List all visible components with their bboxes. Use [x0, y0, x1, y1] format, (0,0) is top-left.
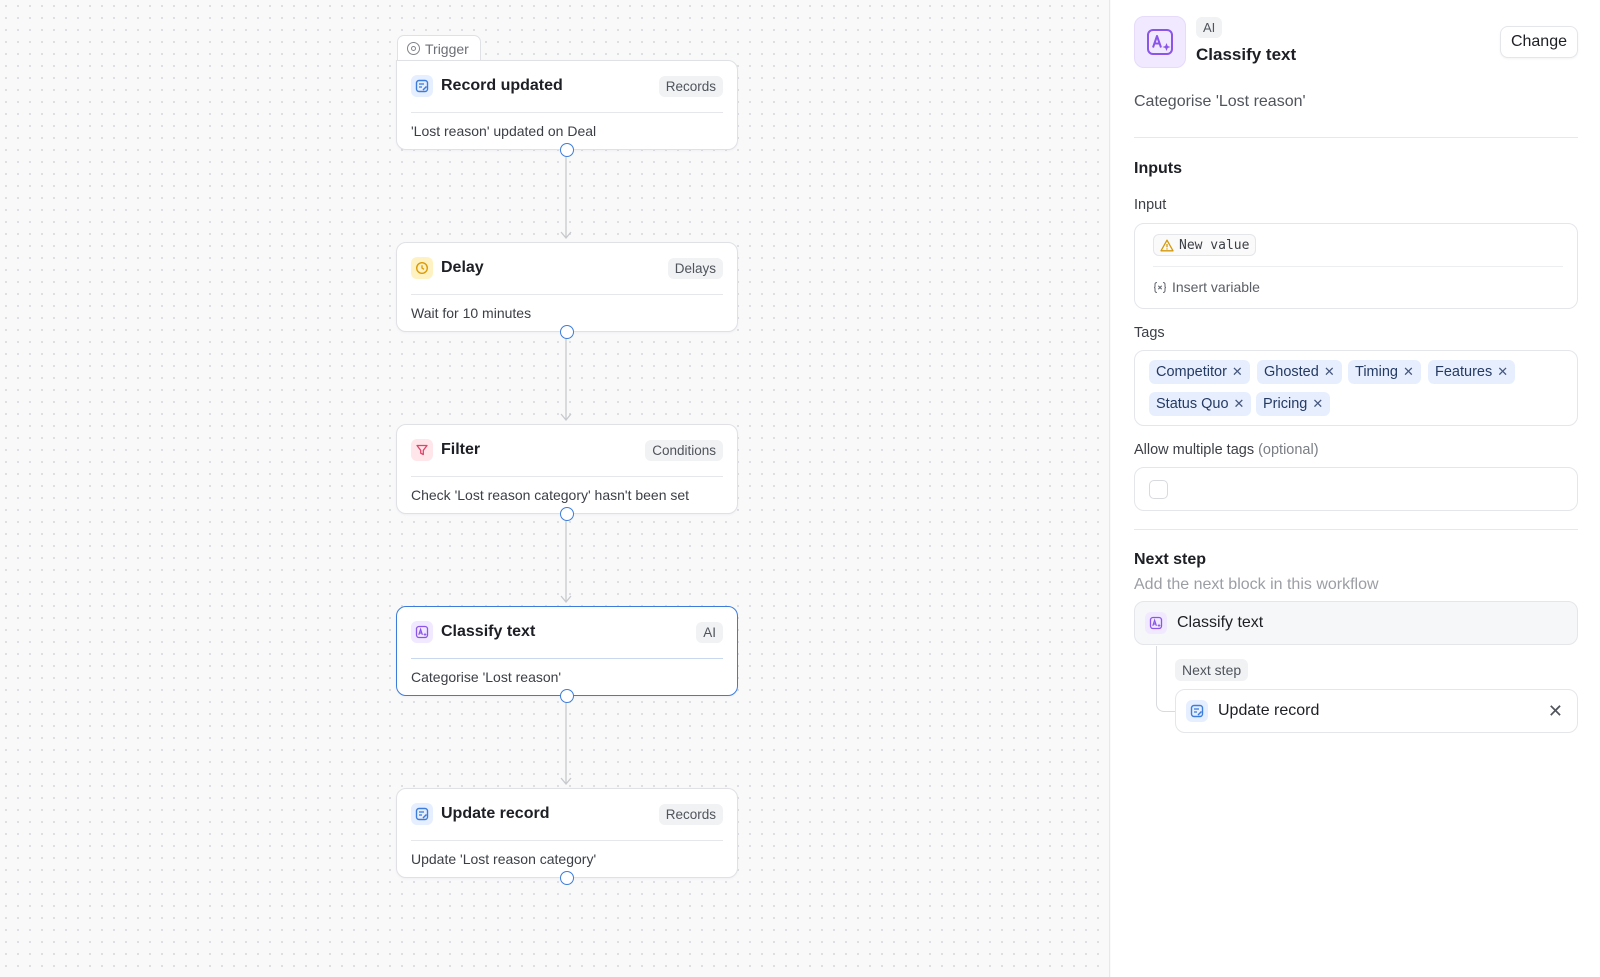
- output-port[interactable]: [560, 871, 574, 885]
- node-title: Update record: [441, 805, 550, 822]
- divider: [411, 476, 723, 477]
- node-title: Delay: [441, 259, 484, 276]
- divider: [411, 840, 723, 841]
- trigger-tab: Trigger: [397, 35, 481, 61]
- current-step-block[interactable]: Classify text: [1134, 601, 1578, 645]
- ai-classify-icon: [1134, 16, 1186, 68]
- node-title: Filter: [441, 441, 481, 458]
- node-badge: Records: [658, 803, 723, 825]
- next-step-subtitle: Add the next block in this workflow: [1134, 576, 1379, 593]
- next-step-name: Update record: [1218, 702, 1320, 719]
- node-description: Wait for 10 minutes: [411, 305, 532, 321]
- current-step-name: Classify text: [1177, 614, 1264, 631]
- divider: [1153, 266, 1563, 267]
- tag-chip[interactable]: Competitor ✕: [1149, 360, 1250, 384]
- output-port[interactable]: [560, 143, 574, 157]
- close-icon[interactable]: ✕: [1548, 701, 1563, 722]
- panel-description[interactable]: Categorise 'Lost reason': [1134, 93, 1306, 111]
- tag-chip[interactable]: Features ✕: [1428, 360, 1516, 384]
- record-icon: [411, 75, 433, 97]
- ai-classify-icon: [411, 621, 433, 643]
- next-step-heading: Next step: [1134, 551, 1207, 568]
- panel-title: Classify text: [1196, 45, 1297, 64]
- output-port[interactable]: [560, 325, 574, 339]
- node-delay[interactable]: Delay Delays Wait for 10 minutes: [396, 242, 738, 339]
- block-settings-panel: AI Classify text Change Categorise 'Lost…: [1111, 0, 1600, 977]
- divider: [1134, 137, 1578, 138]
- close-icon[interactable]: ✕: [1403, 364, 1414, 380]
- node-description: 'Lost reason' updated on Deal: [411, 123, 597, 139]
- tag-chip[interactable]: Timing ✕: [1348, 360, 1421, 384]
- tag-label: Pricing: [1263, 396, 1308, 412]
- output-port[interactable]: [560, 507, 574, 521]
- close-icon[interactable]: ✕: [1312, 396, 1323, 412]
- close-icon[interactable]: ✕: [1324, 364, 1335, 380]
- tag-chip[interactable]: Status Quo ✕: [1149, 392, 1252, 416]
- inputs-heading: Inputs: [1134, 160, 1182, 177]
- output-port[interactable]: [560, 689, 574, 703]
- workflow-canvas[interactable]: Trigger Record updated Records 'Lost rea…: [0, 0, 1110, 977]
- tag-label: Competitor: [1156, 364, 1227, 380]
- warning-icon: [1160, 239, 1174, 251]
- ai-classify-icon: [1145, 612, 1167, 634]
- tag-label: Status Quo: [1156, 396, 1229, 412]
- node-classify-text[interactable]: Classify text AI Categorise 'Lost reason…: [396, 606, 738, 703]
- panel-header: AI Classify text Change: [1134, 16, 1578, 68]
- node-title: Classify text: [441, 623, 536, 640]
- node-record-updated[interactable]: Record updated Records 'Lost reason' upd…: [396, 60, 738, 157]
- tag-chip[interactable]: Pricing ✕: [1256, 392, 1331, 416]
- variable-icon: [1153, 281, 1167, 293]
- allow-multiple-text: Allow multiple tags: [1134, 442, 1255, 458]
- node-filter[interactable]: Filter Conditions Check 'Lost reason cat…: [396, 424, 738, 521]
- insert-variable-label: Insert variable: [1172, 279, 1260, 295]
- node-description: Categorise 'Lost reason': [411, 669, 562, 685]
- node-badge: AI: [696, 621, 723, 643]
- clock-icon: [411, 257, 433, 279]
- tag-label: Timing: [1355, 364, 1398, 380]
- insert-variable-button[interactable]: Insert variable: [1153, 279, 1260, 295]
- next-step-block[interactable]: Update record ✕: [1175, 689, 1578, 733]
- node-description: Check 'Lost reason category' hasn't been…: [411, 487, 690, 503]
- tags-label: Tags: [1134, 325, 1165, 341]
- input-label: Input: [1134, 197, 1167, 213]
- allow-multiple-label: Allow multiple tags (optional): [1134, 442, 1319, 458]
- input-field[interactable]: New value Insert variable: [1134, 223, 1578, 309]
- node-description: Update 'Lost reason category': [411, 851, 597, 867]
- tree-connector: [1156, 646, 1176, 712]
- variable-chip[interactable]: New value: [1153, 234, 1257, 256]
- trigger-label: Trigger: [425, 40, 469, 57]
- record-icon: [411, 803, 433, 825]
- allow-multiple-field: [1134, 467, 1578, 511]
- tags-field[interactable]: Competitor ✕ Ghosted ✕ Timing ✕ Features ✕ S…: [1134, 350, 1578, 426]
- node-badge: Delays: [667, 257, 723, 279]
- change-button[interactable]: Change: [1499, 26, 1578, 58]
- tag-label: Ghosted: [1264, 364, 1319, 380]
- close-icon[interactable]: ✕: [1497, 364, 1508, 380]
- category-chip: AI: [1196, 17, 1223, 38]
- optional-hint: (optional): [1258, 442, 1319, 458]
- tag-chip[interactable]: Ghosted ✕: [1257, 360, 1342, 384]
- close-icon[interactable]: ✕: [1234, 396, 1245, 412]
- divider: [1134, 529, 1578, 530]
- node-badge: Records: [658, 75, 723, 97]
- allow-multiple-checkbox[interactable]: [1149, 480, 1168, 499]
- close-icon[interactable]: ✕: [1232, 364, 1243, 380]
- next-step-chip: Next step: [1175, 659, 1249, 681]
- divider: [411, 294, 723, 295]
- node-update-record[interactable]: Update record Records Update 'Lost reaso…: [396, 788, 738, 885]
- divider: [411, 658, 723, 659]
- node-badge: Conditions: [645, 439, 723, 461]
- record-icon: [1186, 700, 1208, 722]
- divider: [411, 112, 723, 113]
- tag-label: Features: [1435, 364, 1493, 380]
- target-icon: [407, 42, 420, 55]
- variable-name: New value: [1179, 237, 1250, 253]
- filter-icon: [411, 439, 433, 461]
- node-title: Record updated: [441, 77, 563, 94]
